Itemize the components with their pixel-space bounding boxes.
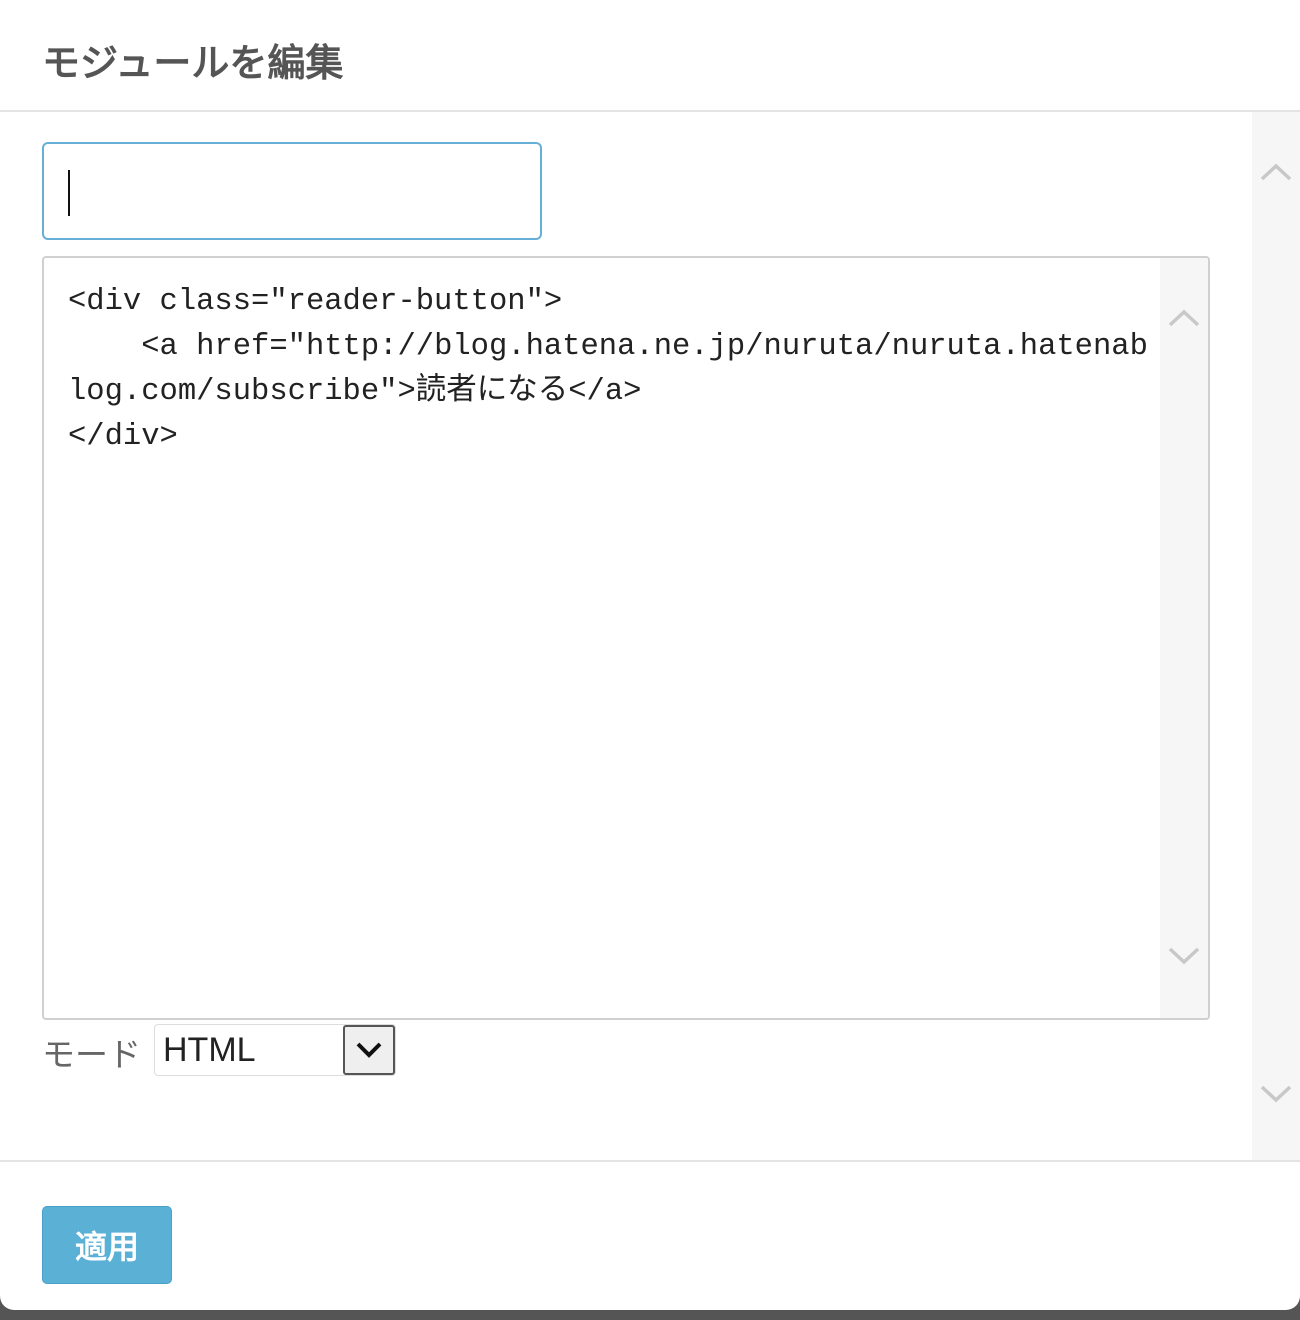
mode-row: モード HTML xyxy=(42,1022,442,1078)
dialog-scrollbar[interactable] xyxy=(1252,112,1300,1160)
code-editor[interactable]: <div class="reader-button"> <a href="htt… xyxy=(42,256,1210,1020)
mode-label: モード xyxy=(42,1035,141,1074)
module-title-input[interactable] xyxy=(42,142,542,240)
dialog-footer: 適用 xyxy=(0,1160,1300,1310)
dialog-body: <div class="reader-button"> <a href="htt… xyxy=(0,112,1300,1160)
editor-scroll-down-icon[interactable] xyxy=(1160,936,1208,976)
code-editor-content[interactable]: <div class="reader-button"> <a href="htt… xyxy=(68,280,1158,460)
text-caret xyxy=(68,170,70,216)
dialog-header: モジュールを編集 xyxy=(0,0,1300,112)
dialog-title: モジュールを編集 xyxy=(42,41,344,85)
edit-module-dialog: モジュールを編集 <div class="reader-button"> <a … xyxy=(0,0,1300,1310)
apply-button[interactable]: 適用 xyxy=(42,1206,172,1284)
editor-scroll-up-icon[interactable] xyxy=(1160,298,1208,338)
mode-selected-value: HTML xyxy=(163,1031,256,1069)
dialog-scroll-up-icon[interactable] xyxy=(1252,152,1300,192)
mode-select[interactable]: HTML xyxy=(154,1024,396,1076)
chevron-down-icon[interactable] xyxy=(343,1025,395,1075)
editor-scrollbar[interactable] xyxy=(1160,258,1208,1018)
dialog-scroll-down-icon[interactable] xyxy=(1252,1074,1300,1114)
